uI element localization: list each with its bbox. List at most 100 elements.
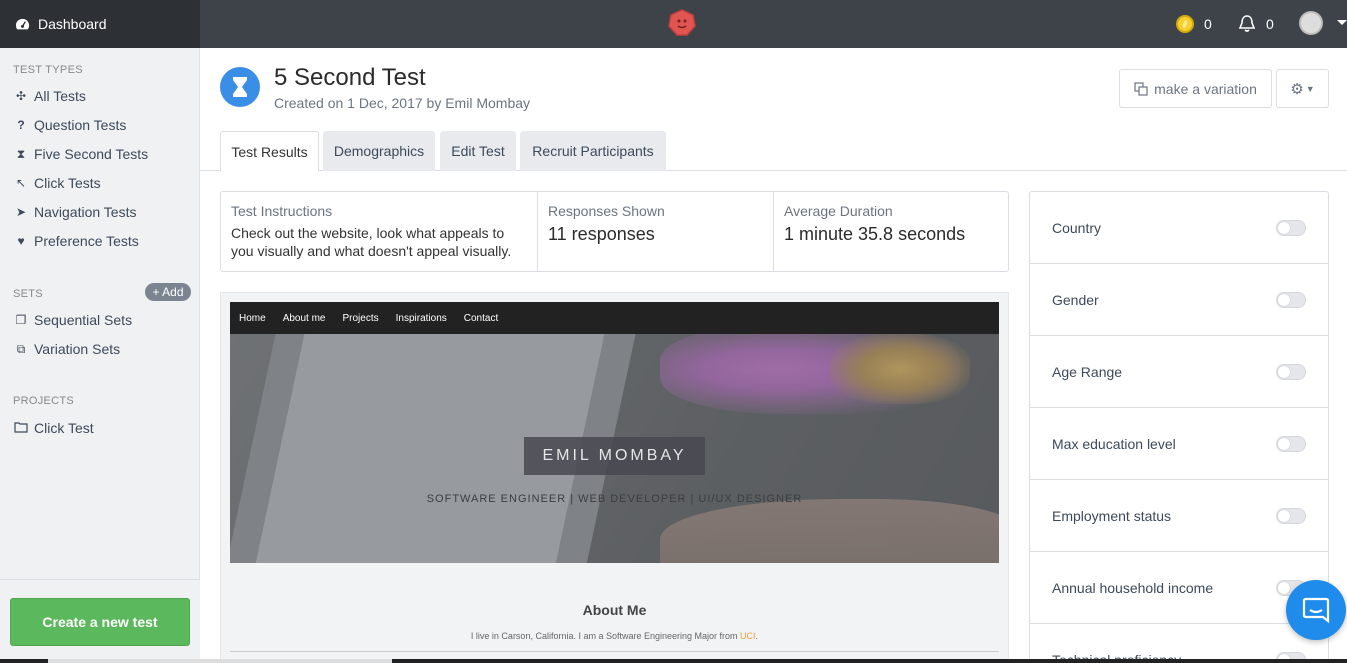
dashboard-link[interactable]: Dashboard [0,0,200,48]
sidebar-item-variation-sets[interactable]: ⧉ Variation Sets [14,338,120,360]
app-logo-icon[interactable] [668,9,696,37]
preview-nav-item: Inspirations [395,312,447,324]
sidebar-item-preference-tests[interactable]: ♥ Preference Tests [14,230,139,252]
cluster-icon: ✣ [15,89,27,103]
heart-icon: ♥ [17,234,25,248]
sidebar-item-project-click-test[interactable]: Click Test [14,417,94,439]
filter-row-country: Country [1030,192,1328,264]
test-preview: Home About me Projects Inspirations Cont… [220,292,1009,663]
preview-about-body: I live in Carson, California. I am a Sof… [470,631,741,641]
navigation-arrow-icon: ➤ [15,205,27,219]
filter-label: Annual household income [1052,579,1214,596]
settings-dropdown-button[interactable]: ⚙ ▼ [1276,69,1329,108]
test-instructions-cell: Test Instructions Check out the website,… [221,192,538,271]
sidebar-item-navigation-tests[interactable]: ➤ Navigation Tests [14,201,137,223]
tab-edit-test[interactable]: Edit Test [440,131,516,171]
notifications-count: 0 [1266,16,1274,32]
preview-nav-item: Contact [463,312,499,324]
filter-toggle[interactable] [1276,507,1306,524]
test-types-heading: TEST TYPES [13,64,83,76]
sidebar-item-label: Click Test [34,420,94,436]
filter-label: Max education level [1052,435,1176,452]
responses-label: Responses Shown [548,203,665,219]
filter-toggle[interactable] [1276,291,1306,308]
projects-heading: PROJECTS [13,395,75,407]
filter-row-employment: Employment status [1030,480,1328,552]
preview-about-text: I live in Carson, California. I am a Sof… [221,631,1008,641]
chat-launcher-button[interactable] [1286,580,1346,640]
filter-toggle[interactable] [1276,363,1306,380]
preview-hero-image: EMIL MOMBAY SOFTWARE ENGINEER | WEB DEVE… [230,334,999,563]
tab-recruit-participants[interactable]: Recruit Participants [520,131,666,171]
chevron-down-icon: ▼ [1305,83,1315,94]
preview-nav-item: Home [239,312,266,324]
folder-icon [14,421,28,436]
preview-about-highlight: UCI [740,631,756,641]
dashboard-label: Dashboard [38,16,107,32]
chevron-down-icon[interactable] [1337,20,1347,25]
sidebar-item-all-tests[interactable]: ✣ All Tests [14,85,86,107]
sidebar-item-label: Click Tests [34,175,101,191]
tab-bar: Test Results Demographics Edit Test Recr… [200,131,1347,172]
test-instructions-text: Check out the website, look what appeals… [231,225,512,259]
sidebar-item-label: Preference Tests [34,233,139,249]
hourglass-icon: ⧗ [16,146,26,161]
duration-value: 1 minute 35.8 seconds [784,224,966,244]
sidebar-item-label: Variation Sets [34,341,121,357]
sidebar-item-label: Navigation Tests [34,204,137,220]
filter-toggle[interactable] [1276,435,1306,452]
chat-icon [1302,597,1330,624]
copy-icon: ❐ [15,313,27,327]
page-subtitle: Created on 1 Dec, 2017 by Emil Mombay [274,95,531,111]
filter-label: Employment status [1052,507,1172,524]
sidebar-item-label: All Tests [34,88,86,104]
sidebar-item-sequential-sets[interactable]: ❐ Sequential Sets [14,309,132,331]
scrollbar-thumb[interactable] [48,659,392,663]
dashboard-icon [15,18,30,29]
test-summary: Test Instructions Check out the website,… [220,191,1009,272]
preview-hero-role: SOFTWARE ENGINEER | WEB DEVELOPER | UI/U… [426,493,803,505]
preview-nav-item: About me [282,312,326,324]
duration-label: Average Duration [784,203,893,219]
filter-toggle[interactable] [1276,219,1306,236]
coin-icon [1176,15,1194,33]
window-bottom-edge [0,659,1347,663]
sidebar-footer: Create a new test [0,579,200,663]
sidebar-item-label: Question Tests [34,117,127,133]
tab-demographics[interactable]: Demographics [323,131,435,171]
variation-icon: ⧉ [16,341,26,356]
responses-value: 11 responses [548,224,655,244]
user-avatar[interactable] [1299,11,1323,35]
gear-icon: ⚙ [1290,80,1304,98]
sidebar-item-label: Sequential Sets [34,312,133,328]
sidebar-item-click-tests[interactable]: ↖ Click Tests [14,172,101,194]
sidebar-item-five-second-tests[interactable]: ⧗ Five Second Tests [14,143,148,165]
preview-site-nav: Home About me Projects Inspirations Cont… [230,302,999,334]
tab-test-results[interactable]: Test Results [220,131,319,172]
filter-label: Country [1052,219,1102,236]
filter-row-gender: Gender [1030,264,1328,336]
preview-nav-item: Projects [342,312,379,324]
sets-heading: SETS [13,288,43,300]
cursor-icon: ↖ [15,176,27,190]
make-variation-button[interactable]: make a variation [1119,69,1272,108]
demographic-filters: Country Gender Age Range Max education l… [1029,191,1329,663]
coins-indicator[interactable]: 0 [1176,0,1212,48]
add-set-button[interactable]: + Add [145,283,191,301]
create-new-test-button[interactable]: Create a new test [10,598,190,646]
preview-hero-name: EMIL MOMBAY [524,437,705,475]
make-variation-label: make a variation [1154,80,1257,97]
duration-cell: Average Duration 1 minute 35.8 seconds [774,192,1008,271]
bell-icon [1238,15,1256,32]
filter-row-education: Max education level [1030,408,1328,480]
question-icon: ? [17,118,25,132]
preview-about-tail: . [755,631,759,641]
sidebar-item-question-tests[interactable]: ? Question Tests [14,114,126,136]
coins-count: 0 [1204,16,1212,32]
test-instructions-label: Test Instructions [231,203,333,219]
page-title: 5 Second Test [274,64,426,91]
filter-row-age-range: Age Range [1030,336,1328,408]
notifications-indicator[interactable]: 0 [1238,0,1274,48]
copy-icon [1134,81,1148,96]
filter-label: Age Range [1052,363,1123,380]
